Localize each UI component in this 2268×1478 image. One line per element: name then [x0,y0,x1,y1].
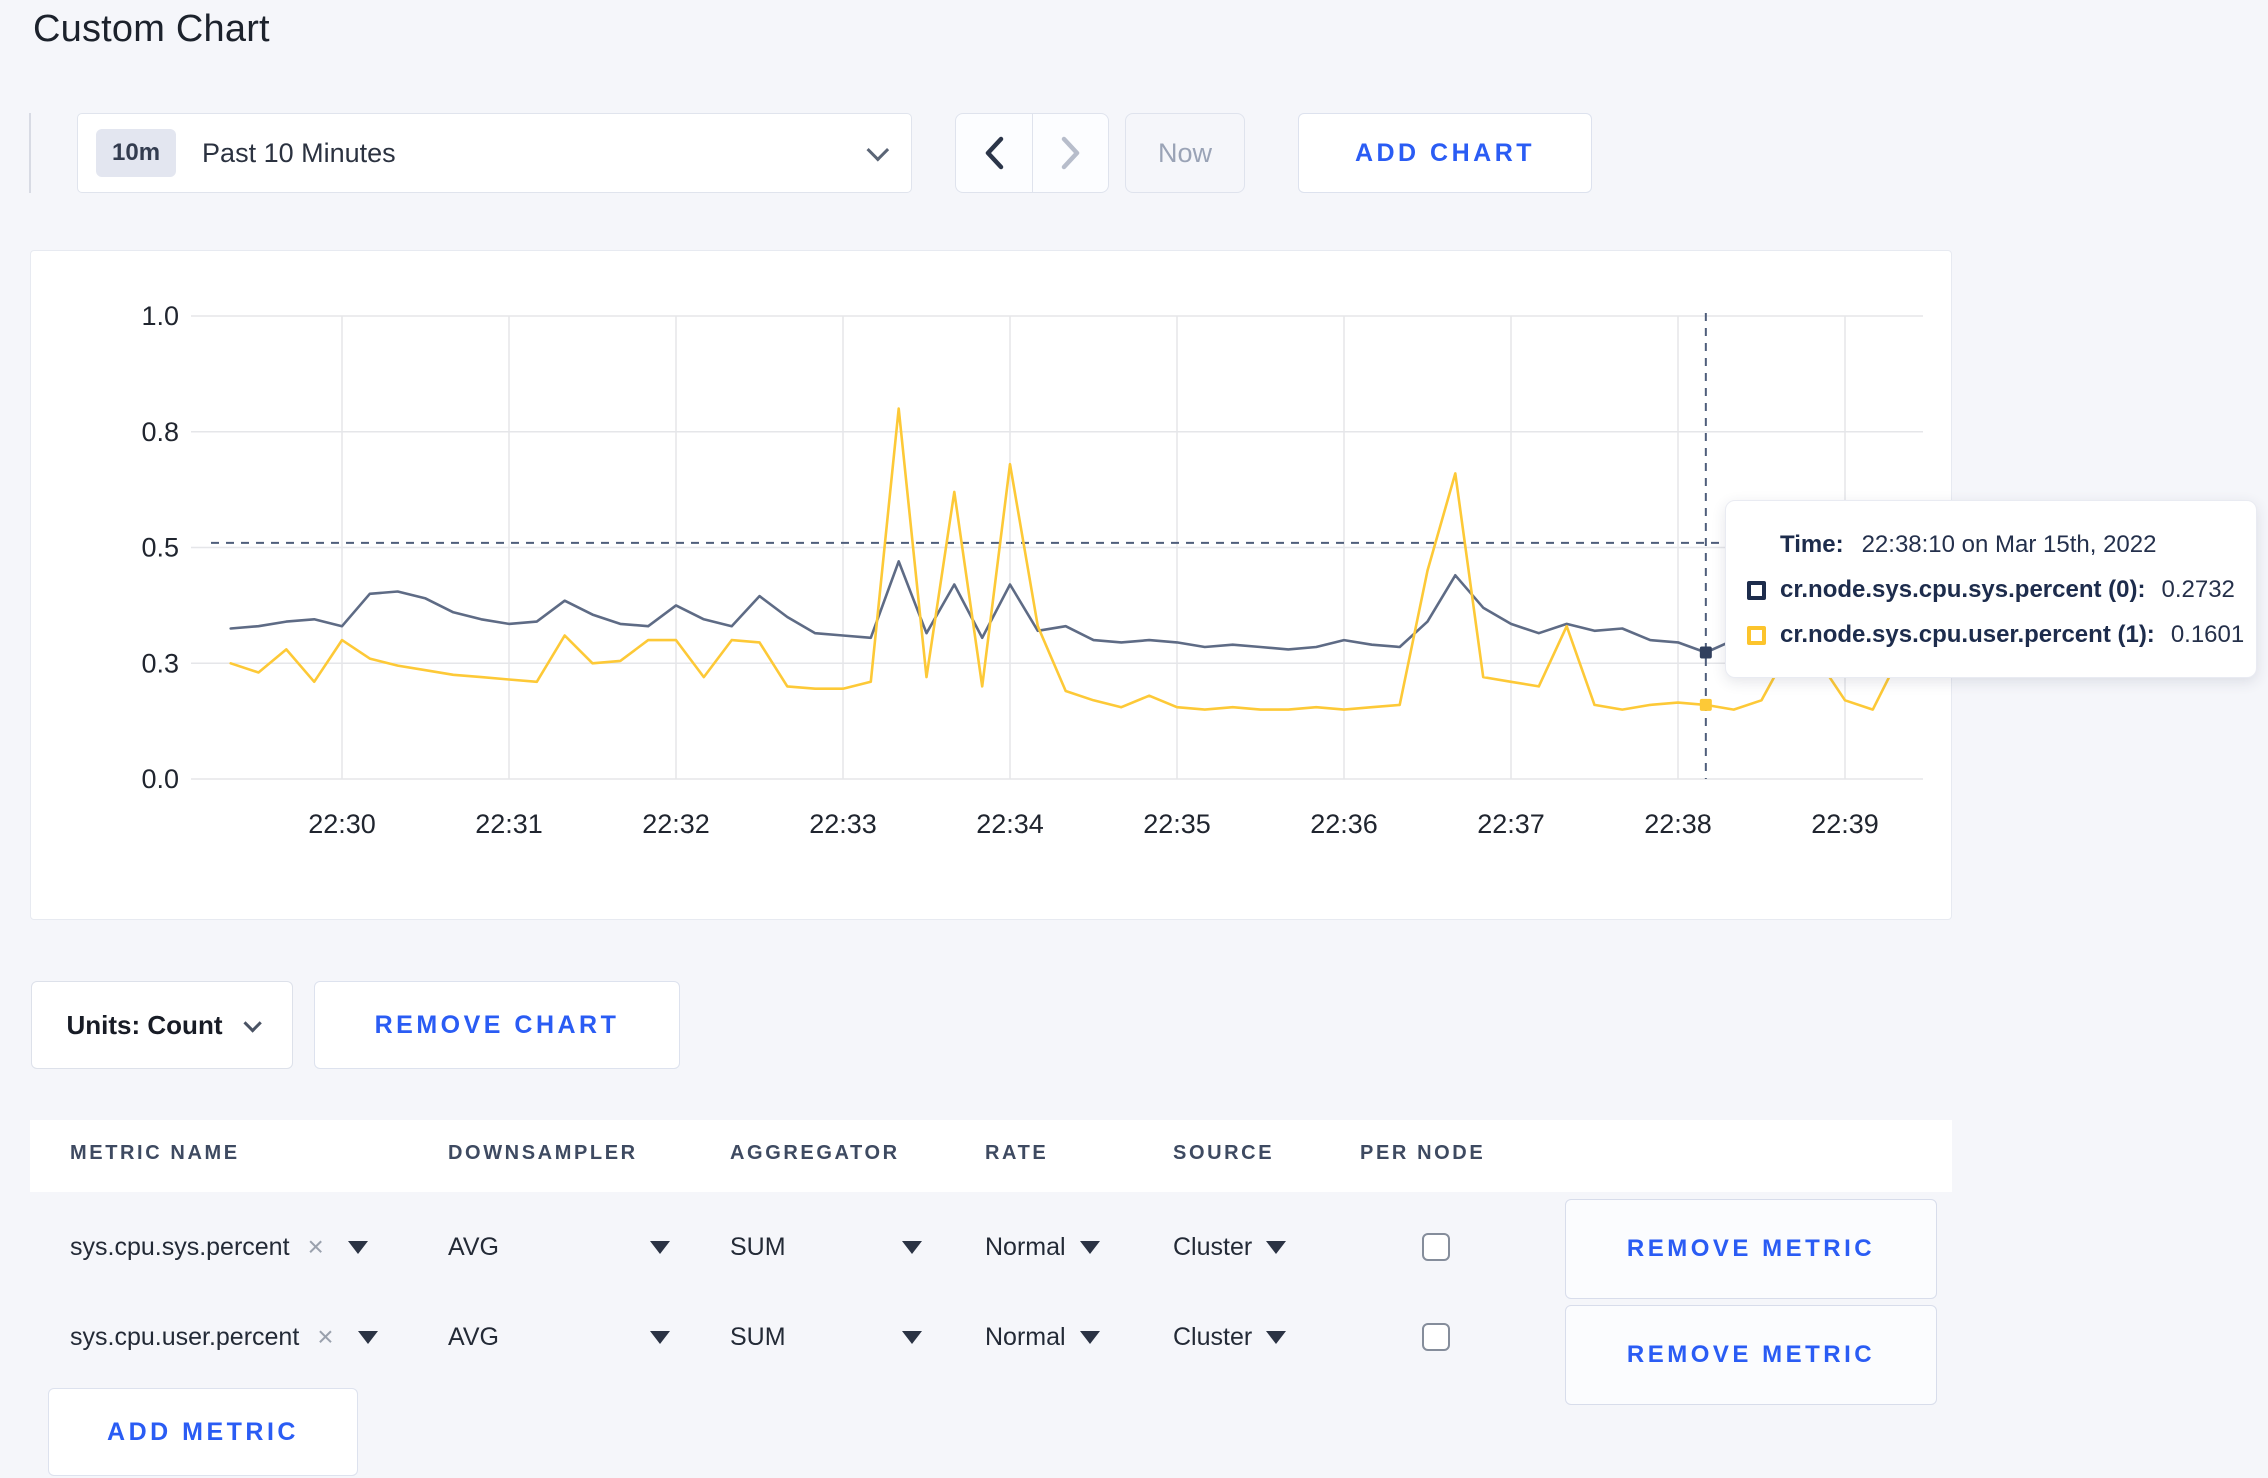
next-time-button[interactable] [1033,114,1109,192]
clear-metric-icon[interactable]: × [317,1321,333,1353]
chevron-down-icon [866,138,890,162]
caret-down-icon [347,1240,368,1254]
crosshair-marker-icon [1699,698,1712,711]
chevron-down-icon [243,1013,263,1033]
tooltip-metric-label: cr.node.sys.cpu.sys.percent (0): [1780,576,2146,603]
prev-time-button[interactable] [956,114,1033,192]
chevron-right-icon [1062,136,1080,170]
x-tick-label: 22:33 [809,809,877,839]
aggregator-value: SUM [730,1232,786,1261]
x-tick-label: 22:32 [642,809,710,839]
downsampler-value: AVG [448,1232,499,1261]
caret-down-icon [650,1330,670,1344]
aggregator-value: SUM [730,1322,786,1351]
time-range-label: Past 10 Minutes [202,137,396,168]
metric-name-select[interactable]: sys.cpu.sys.percent × [70,1217,368,1277]
units-select[interactable]: Units: Count [31,981,293,1069]
column-header-downsampler: DOWNSAMPLER [448,1142,638,1164]
remove-metric-button[interactable]: REMOVE METRIC [1565,1199,1937,1299]
tooltip-time-label: Time: [1780,531,1844,558]
source-select[interactable]: Cluster [1173,1217,1287,1277]
column-header-metric-name: METRIC NAME [70,1142,240,1164]
chart-line-sys [229,560,1930,654]
series-sys-swatch-icon [1747,580,1766,600]
column-header-per-node: PER NODE [1360,1142,1486,1164]
x-tick-label: 22:37 [1477,809,1545,839]
caret-down-icon [1079,1240,1100,1254]
column-header-aggregator: AGGREGATOR [730,1142,900,1164]
downsampler-select[interactable]: AVG [448,1307,670,1367]
metric-name-label: sys.cpu.sys.percent [70,1232,290,1261]
metric-name-select[interactable]: sys.cpu.user.percent × [70,1307,378,1367]
source-value: Cluster [1173,1322,1253,1351]
x-tick-label: 22:31 [475,809,543,839]
time-nav-group [955,113,1109,193]
tooltip-metric-label: cr.node.sys.cpu.user.percent (1): [1780,621,2155,648]
column-header-rate: RATE [985,1142,1049,1164]
x-tick-label: 22:30 [308,809,376,839]
y-tick-label: 0.5 [141,533,179,563]
chart-tooltip: Time: 22:38:10 on Mar 15th, 2022 cr.node… [1725,500,2257,678]
metric-name-label: sys.cpu.user.percent [70,1322,300,1351]
units-label: Units: Count [66,1009,223,1040]
tooltip-metric-value: 0.2732 [2161,576,2235,603]
caret-down-icon [902,1330,922,1344]
caret-down-icon [1079,1330,1100,1344]
per-node-checkbox[interactable] [1422,1233,1450,1261]
downsampler-select[interactable]: AVG [448,1217,670,1277]
rate-select[interactable]: Normal [985,1217,1100,1277]
add-chart-button[interactable]: ADD CHART [1298,113,1592,193]
x-tick-label: 22:39 [1811,809,1879,839]
y-tick-label: 0.8 [141,417,179,447]
caret-down-icon [1266,1240,1287,1254]
rate-value: Normal [985,1232,1066,1261]
chart-card: 0.0 0.3 0.5 0.8 1.0 22:30 22:31 22:32 22:33 22:34… [30,250,1952,920]
x-tick-label: 22:38 [1644,809,1712,839]
caret-down-icon [650,1240,670,1254]
caret-down-icon [902,1240,922,1254]
time-range-select[interactable]: 10m Past 10 Minutes [77,113,912,193]
chart-line-user [229,407,1930,711]
tooltip-metric-value: 0.1601 [2170,621,2245,648]
crosshair-marker-icon [1699,646,1712,659]
downsampler-value: AVG [448,1322,499,1351]
metrics-table-header: METRIC NAME DOWNSAMPLER AGGREGATOR RATE … [30,1120,1952,1192]
y-tick-label: 1.0 [141,301,179,331]
clear-metric-icon[interactable]: × [308,1231,324,1263]
timeseries-chart[interactable]: 0.0 0.3 0.5 0.8 1.0 22:30 22:31 22:32 22:33 22:34… [31,251,1951,919]
remove-chart-button[interactable]: REMOVE CHART [314,981,680,1069]
x-tick-label: 22:34 [976,809,1044,839]
series-user-swatch-icon [1747,625,1766,645]
source-value: Cluster [1173,1232,1253,1261]
source-select[interactable]: Cluster [1173,1307,1287,1367]
y-tick-label: 0.3 [141,648,179,678]
column-header-source: SOURCE [1173,1142,1275,1164]
x-tick-label: 22:35 [1143,809,1211,839]
page-title: Custom Chart [33,8,270,50]
rate-select[interactable]: Normal [985,1307,1100,1367]
remove-metric-button[interactable]: REMOVE METRIC [1565,1305,1937,1405]
per-node-checkbox[interactable] [1422,1323,1450,1351]
tooltip-time-value: 22:38:10 on Mar 15th, 2022 [1861,531,2157,558]
rate-value: Normal [985,1322,1066,1351]
add-metric-button[interactable]: ADD METRIC [48,1388,358,1476]
left-divider [29,113,31,193]
now-button[interactable]: Now [1125,113,1245,193]
caret-down-icon [357,1330,378,1344]
aggregator-select[interactable]: SUM [730,1307,922,1367]
y-tick-label: 0.0 [141,764,179,794]
chevron-left-icon [985,136,1003,170]
time-range-badge: 10m [96,129,177,177]
aggregator-select[interactable]: SUM [730,1217,922,1277]
x-tick-label: 22:36 [1310,809,1378,839]
caret-down-icon [1266,1330,1287,1344]
